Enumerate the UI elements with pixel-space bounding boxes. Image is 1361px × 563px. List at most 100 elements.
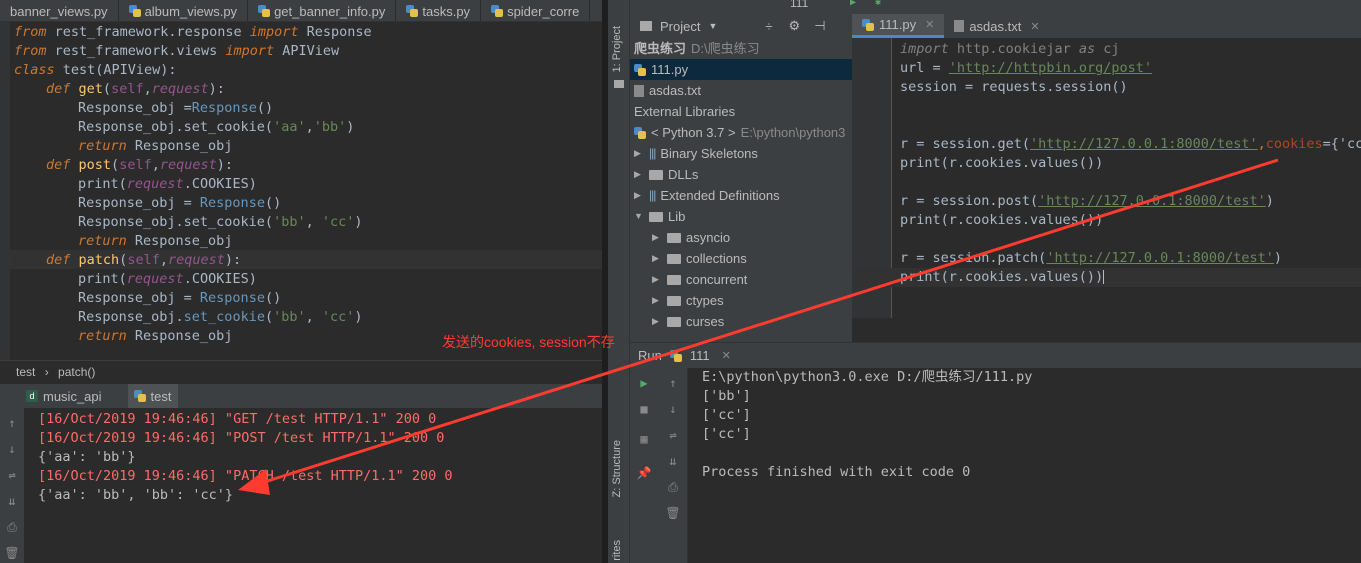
close-icon[interactable]: ✕ xyxy=(722,349,731,362)
scroll-to-end-icon[interactable]: ⇊ xyxy=(4,494,20,508)
chevron-down-icon[interactable]: ▼ xyxy=(708,21,717,31)
code-line: Response_obj = Response() xyxy=(78,290,282,306)
structure-tool-button[interactable]: Z: Structure xyxy=(611,440,623,497)
run-config-tab[interactable]: 111 xyxy=(690,348,710,363)
annotation-text: 发送的cookies, session不存 xyxy=(442,334,615,350)
code-line: Response_obj = Response() xyxy=(78,195,282,211)
tab-banner-views[interactable]: banner_views.py xyxy=(0,0,119,21)
code-line: r = session.patch('http://127.0.0.1:8000… xyxy=(900,250,1283,266)
chevron-right-icon[interactable]: ▶ xyxy=(634,143,644,164)
left-tab-label: spider_corre xyxy=(507,3,580,19)
tab-tasks[interactable]: tasks.py xyxy=(396,0,482,21)
folder-icon xyxy=(667,232,681,243)
tree-item-111-py[interactable]: 111.py xyxy=(630,59,852,80)
tree-item-asyncio[interactable]: ▶ asyncio xyxy=(652,227,730,248)
tab-spider-corre[interactable]: spider_corre xyxy=(481,0,591,21)
chevron-right-icon[interactable]: ▶ xyxy=(652,311,662,332)
tree-item-extended-definitions[interactable]: ▶ ||| Extended Definitions xyxy=(634,185,780,206)
soft-wrap-icon[interactable]: ⇌ xyxy=(665,428,681,442)
run-tab-music-api[interactable]: d music_api xyxy=(20,384,108,408)
trash-icon[interactable]: 🗑 xyxy=(4,546,20,560)
gear-icon[interactable]: ⚙ xyxy=(789,18,801,34)
chevron-right-icon[interactable]: ▶ xyxy=(634,164,644,185)
arrow-up-icon[interactable]: ↑ xyxy=(4,416,20,430)
tree-item-lib[interactable]: ▼ Lib xyxy=(634,206,685,227)
soft-wrap-icon[interactable]: ⇌ xyxy=(4,468,20,482)
arrow-down-icon[interactable]: ↓ xyxy=(665,402,681,416)
folder-icon xyxy=(667,295,681,306)
tab-111-py[interactable]: 111.py ✕ xyxy=(852,14,945,38)
chevron-right-icon[interactable]: ▶ xyxy=(634,185,644,206)
chevron-down-icon[interactable]: ▼ xyxy=(634,206,644,227)
code-line: def patch(self,request): xyxy=(46,252,242,268)
left-tab-label: banner_views.py xyxy=(10,3,108,19)
tab-asdas-txt[interactable]: asdas.txt ✕ xyxy=(944,14,1049,38)
tree-item-label: concurrent xyxy=(686,272,748,287)
collapse-icon[interactable]: ÷ xyxy=(765,19,772,34)
tree-item-python-sdk[interactable]: < Python 3.7 > E:\python\python3 xyxy=(634,122,845,143)
print-icon[interactable]: ⎙ xyxy=(4,520,20,534)
run-tab-test[interactable]: test xyxy=(127,384,178,408)
hide-icon[interactable]: ⊣ xyxy=(814,18,825,34)
left-run-toolbar: ↑ ↓ ⇌ ⇊ ⎙ 🗑 xyxy=(0,408,24,563)
print-icon[interactable]: ⎙ xyxy=(665,480,681,494)
trash-icon[interactable]: 🗑 xyxy=(665,506,681,520)
left-gutter xyxy=(0,22,10,360)
left-run-console[interactable]: [16/Oct/2019 19:46:46] "GET /test HTTP/1… xyxy=(24,408,602,563)
code-line: url = 'http://httpbin.org/post' xyxy=(900,60,1152,76)
chevron-right-icon[interactable]: ▶ xyxy=(652,269,662,290)
favorites-tool-button[interactable]: rites xyxy=(611,540,623,561)
close-icon[interactable]: ✕ xyxy=(925,18,934,31)
tree-item-root[interactable]: 爬虫练习 D:\爬虫练习 xyxy=(634,38,760,59)
run-tab-label: music_api xyxy=(43,388,102,404)
layout-icon[interactable]: ▦ xyxy=(636,432,652,446)
breadcrumb-method[interactable]: patch() xyxy=(58,365,95,379)
tree-item-curses[interactable]: ▶ curses xyxy=(652,311,724,332)
tab-get-banner-info[interactable]: get_banner_info.py xyxy=(248,0,397,21)
right-run-console[interactable]: E:\python\python3.0.exe D:/爬虫练习/111.py [… xyxy=(688,368,1361,563)
tree-item-dlls[interactable]: ▶ DLLs xyxy=(634,164,698,185)
code-line: Response_obj.set_cookie('bb', 'cc') xyxy=(78,214,363,230)
code-line: return Response_obj xyxy=(78,138,233,154)
arrow-up-icon[interactable]: ↑ xyxy=(665,376,681,390)
code-line: r = session.get('http://127.0.0.1:8000/t… xyxy=(900,136,1361,152)
debug-icon[interactable]: ✱ xyxy=(875,0,881,8)
close-icon[interactable]: ✕ xyxy=(1030,20,1039,33)
python-file-icon xyxy=(669,349,682,362)
breadcrumb-class[interactable]: test xyxy=(16,365,35,379)
scroll-to-end-icon[interactable]: ⇊ xyxy=(665,454,681,468)
rerun-icon[interactable]: ▶ xyxy=(636,376,652,390)
run-icon[interactable]: ▶ xyxy=(850,0,856,8)
chevron-right-icon[interactable]: ▶ xyxy=(652,290,662,311)
left-tab-label: get_banner_info.py xyxy=(274,3,386,19)
tree-item-binary-skeletons[interactable]: ▶ ||| Binary Skeletons xyxy=(634,143,758,164)
code-line: def get(self,request): xyxy=(46,81,225,97)
chevron-right-icon[interactable]: ▶ xyxy=(652,227,662,248)
tree-item-concurrent[interactable]: ▶ concurrent xyxy=(652,269,747,290)
run-config-selector[interactable]: 111 xyxy=(790,0,808,10)
breadcrumb: test › patch() xyxy=(0,360,602,382)
arrow-down-icon[interactable]: ↓ xyxy=(4,442,20,456)
tool-window-stripe: 1: Project Z: Structure rites xyxy=(608,0,630,563)
project-view-selector[interactable]: Project xyxy=(660,19,700,34)
folder-icon xyxy=(667,274,681,285)
python-file-icon xyxy=(133,390,146,402)
folder-icon xyxy=(614,80,624,88)
code-line: return Response_obj xyxy=(78,233,233,249)
tree-item-asdas-txt[interactable]: asdas.txt xyxy=(634,80,701,101)
tree-item-ctypes[interactable]: ▶ ctypes xyxy=(652,290,724,311)
folder-icon xyxy=(667,253,681,264)
pin-icon[interactable]: 📌 xyxy=(636,466,652,480)
tab-album-views[interactable]: album_views.py xyxy=(119,0,249,21)
tree-item-label: Extended Definitions xyxy=(660,188,780,203)
python-file-icon xyxy=(258,5,271,17)
tree-item-label: Binary Skeletons xyxy=(660,146,758,161)
stop-icon[interactable]: ■ xyxy=(636,402,652,416)
tree-item-label: collections xyxy=(686,251,747,266)
tree-item-label: DLLs xyxy=(668,167,699,182)
project-tool-button[interactable]: 1: Project xyxy=(611,26,623,72)
tree-item-external-libraries[interactable]: External Libraries xyxy=(634,101,735,122)
chevron-right-icon[interactable]: ▶ xyxy=(652,248,662,269)
tree-item-collections[interactable]: ▶ collections xyxy=(652,248,747,269)
code-line: import http.cookiejar as cj xyxy=(900,41,1120,57)
